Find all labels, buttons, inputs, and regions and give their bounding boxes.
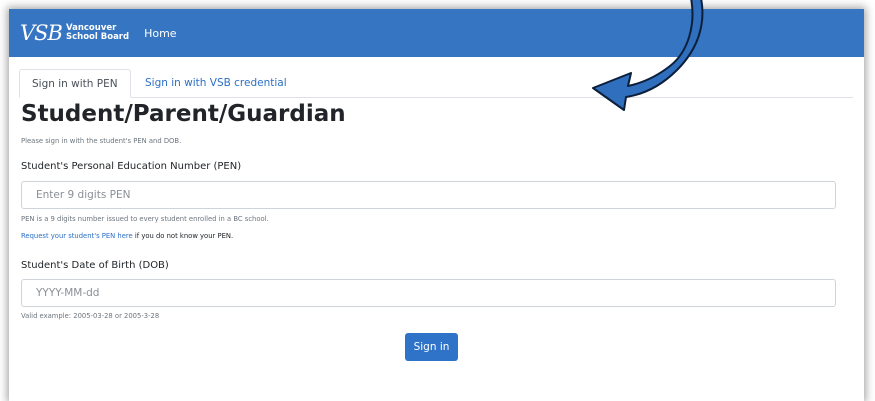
request-pen-link[interactable]: Request your student's PEN here	[21, 232, 133, 240]
vsb-logo-mark: VSB	[20, 20, 63, 45]
dob-label: Student's Date of Birth (DOB)	[21, 260, 169, 271]
pen-request-rest: if you do not know your PEN.	[132, 232, 234, 240]
browser-window: VSB Vancouver School Board Home Sign in …	[9, 9, 864, 401]
dob-input[interactable]	[21, 279, 836, 307]
tab-sign-in-with-vsb-credential[interactable]: Sign in with VSB credential	[133, 69, 299, 98]
pen-help-text: PEN is a 9 digits number issued to every…	[21, 215, 269, 223]
sign-in-button[interactable]: Sign in	[405, 333, 458, 361]
signin-tabs: Sign in with PEN Sign in with VSB creden…	[19, 69, 853, 98]
logo-line-2: School Board	[65, 32, 130, 42]
page-subtitle: Please sign in with the student's PEN an…	[21, 137, 182, 145]
pen-request-help: Request your student's PEN here if you d…	[21, 232, 233, 240]
vsb-logo[interactable]: VSB Vancouver School Board	[20, 20, 129, 45]
vsb-logo-text: Vancouver School Board	[66, 24, 129, 42]
top-navbar: VSB Vancouver School Board Home	[9, 9, 864, 57]
pen-input[interactable]	[21, 181, 836, 209]
nav-home-link[interactable]: Home	[144, 27, 176, 40]
tab-sign-in-with-pen[interactable]: Sign in with PEN	[19, 69, 131, 98]
pen-label: Student's Personal Education Number (PEN…	[21, 161, 242, 172]
dob-help-text: Valid example: 2005-03-28 or 2005-3-28	[21, 312, 160, 320]
curved-arrow-icon	[592, 0, 704, 111]
page-title: Student/Parent/Guardian	[21, 101, 346, 127]
